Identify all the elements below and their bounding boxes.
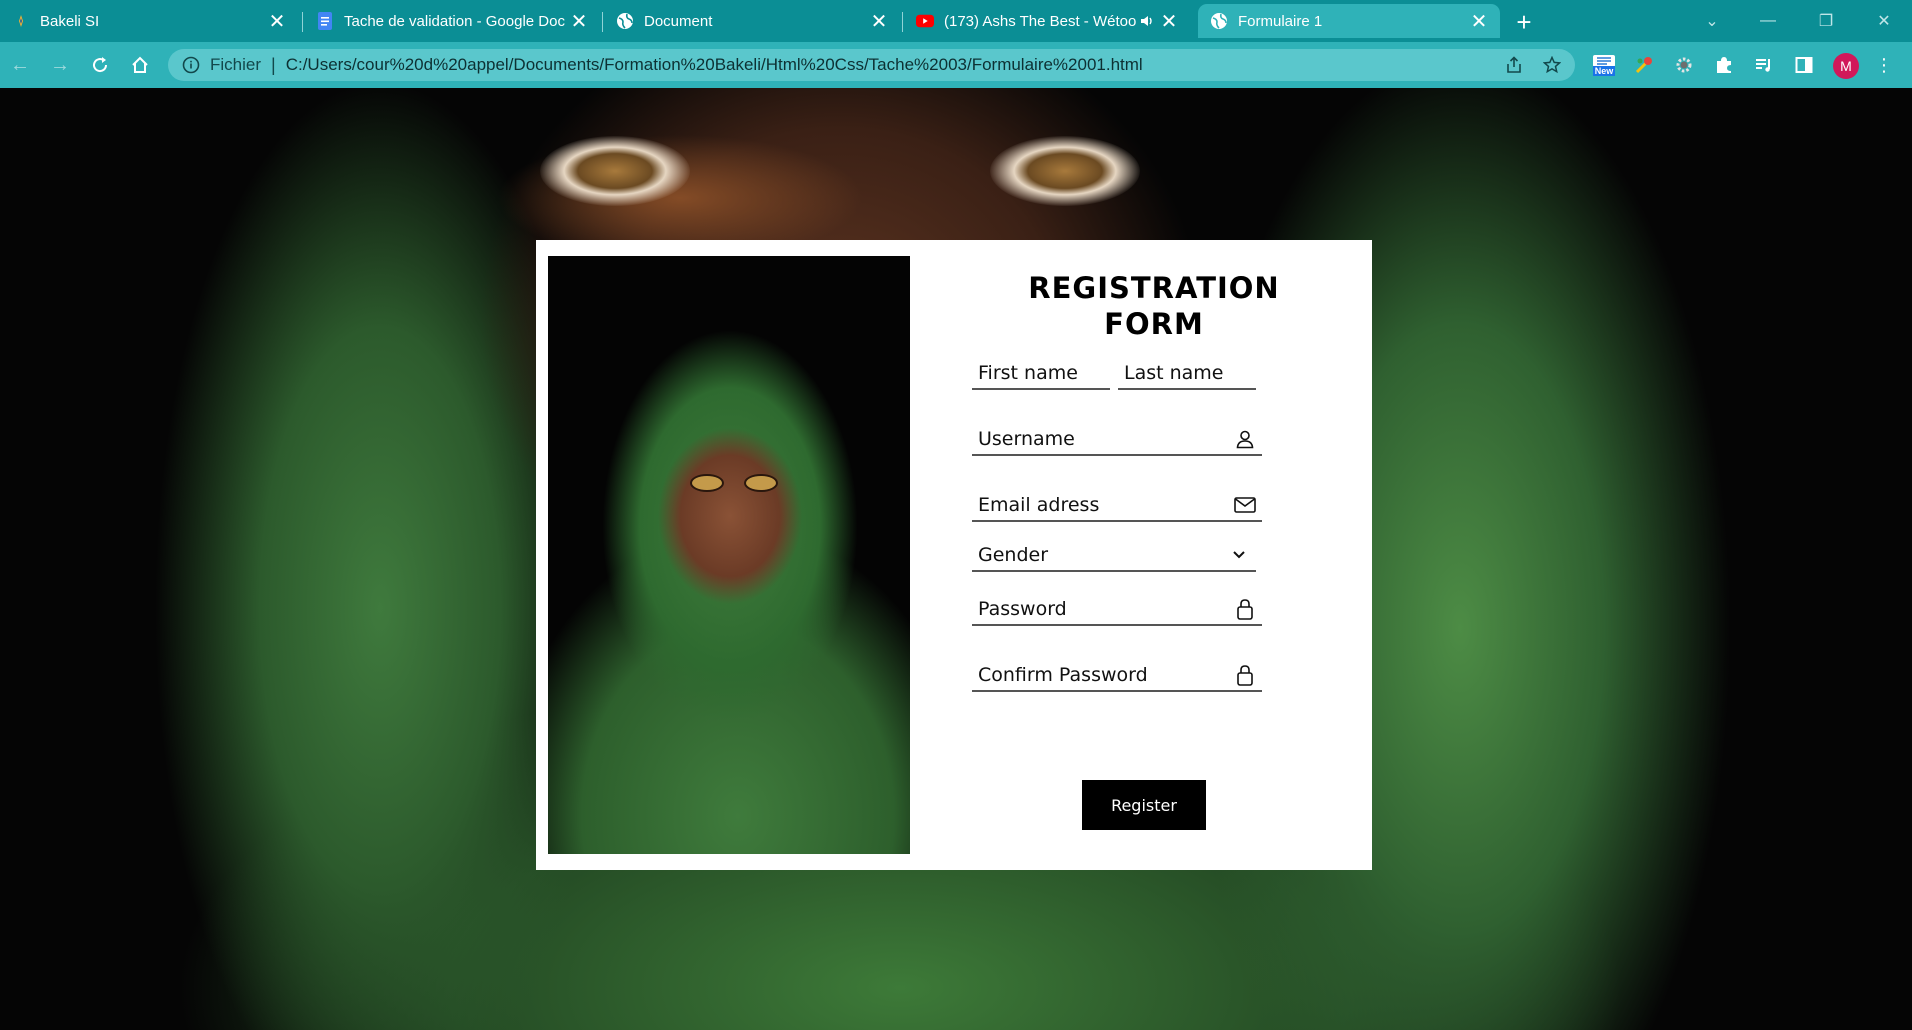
tab-title: Document	[644, 12, 713, 30]
restore-button[interactable]: ❐	[1806, 6, 1846, 36]
first-name-field[interactable]: First name	[972, 348, 1110, 390]
new-tab-button[interactable]: +	[1510, 7, 1538, 37]
username-field[interactable]: Username	[972, 414, 1262, 456]
first-name-placeholder: First name	[978, 362, 1078, 384]
color-picker-extension-icon[interactable]	[1632, 53, 1656, 77]
tab-search-chevron-icon[interactable]: ⌄	[1692, 6, 1732, 36]
back-button[interactable]: ←	[6, 51, 34, 79]
info-icon	[182, 56, 200, 74]
more-menu-icon[interactable]: ⋮	[1872, 53, 1896, 77]
confirm-password-placeholder: Confirm Password	[978, 664, 1148, 686]
forward-button[interactable]: →	[46, 51, 74, 79]
speaker-icon[interactable]	[1136, 15, 1158, 27]
email-placeholder: Email adress	[978, 494, 1100, 516]
reload-button[interactable]	[86, 51, 114, 79]
extension-new-icon[interactable]: New	[1592, 53, 1616, 77]
password-field[interactable]: Password	[972, 584, 1262, 626]
email-field[interactable]: Email adress	[972, 480, 1262, 522]
close-icon[interactable]: ✕	[1158, 10, 1180, 33]
tab-title: Formulaire 1	[1238, 12, 1323, 30]
background-eye-right	[990, 136, 1140, 206]
form-title-line-2: FORM	[1104, 307, 1204, 341]
form-title: REGISTRATION FORM	[936, 270, 1372, 342]
register-button[interactable]: Register	[1082, 780, 1206, 830]
divider: |	[271, 54, 276, 75]
minimize-button[interactable]: —	[1748, 6, 1788, 36]
browser-toolbar: ← → Fichier | C:/Users/cour%20d%20appel/…	[0, 42, 1912, 88]
settings-gear-extension-icon[interactable]	[1672, 53, 1696, 77]
tab-title: Bakeli SI	[40, 12, 100, 30]
share-icon[interactable]	[1504, 55, 1524, 75]
close-window-button[interactable]: ✕	[1864, 6, 1904, 36]
portrait-image	[548, 256, 910, 854]
close-icon[interactable]: ✕	[1468, 10, 1490, 33]
url-scheme-label: Fichier	[210, 55, 262, 74]
envelope-icon	[1234, 494, 1256, 516]
username-placeholder: Username	[978, 428, 1075, 450]
close-icon[interactable]: ✕	[568, 10, 590, 33]
extension-badge: New	[1592, 65, 1616, 76]
side-panel-icon[interactable]	[1792, 53, 1816, 77]
portrait-eye-left	[690, 474, 724, 492]
background-eye-left	[540, 136, 690, 206]
url-text[interactable]: C:/Users/cour%20d%20appel/Documents/Form…	[286, 55, 1143, 75]
portrait-eye-right	[744, 474, 778, 492]
close-icon[interactable]: ✕	[868, 10, 890, 33]
profile-avatar[interactable]: M	[1833, 53, 1859, 79]
tab-bakeli[interactable]: Bakeli SI ✕	[0, 4, 298, 38]
home-button[interactable]	[126, 51, 154, 79]
last-name-field[interactable]: Last name	[1118, 348, 1256, 390]
chevron-down-icon	[1228, 544, 1250, 566]
gender-select[interactable]: Gender	[972, 530, 1256, 572]
gender-selected-value: Gender	[978, 544, 1049, 566]
bookmark-star-icon[interactable]	[1542, 55, 1562, 75]
tab-youtube[interactable]: (173) Ashs The Best - Wétoor ✕	[904, 4, 1194, 38]
media-queue-icon[interactable]	[1752, 53, 1776, 77]
tab-formulaire-active[interactable]: Formulaire 1 ✕	[1198, 4, 1500, 38]
form-title-line-1: REGISTRATION	[1028, 271, 1280, 305]
tab-separator	[302, 12, 303, 32]
confirm-password-field[interactable]: Confirm Password	[972, 650, 1262, 692]
tab-google-docs[interactable]: Tache de validation - Google Doc ✕	[304, 4, 600, 38]
tab-separator	[602, 12, 603, 32]
globe-icon	[616, 12, 634, 30]
tab-separator	[902, 12, 903, 32]
password-placeholder: Password	[978, 598, 1067, 620]
globe-icon	[1210, 12, 1228, 30]
address-bar[interactable]: Fichier | C:/Users/cour%20d%20appel/Docu…	[168, 49, 1575, 81]
bakeli-favicon	[12, 12, 30, 30]
tab-document[interactable]: Document ✕	[604, 4, 900, 38]
google-docs-icon	[316, 12, 334, 30]
page-background-photo: REGISTRATION FORM First name Last name U…	[0, 88, 1912, 1030]
extensions-puzzle-icon[interactable]	[1712, 53, 1736, 77]
lock-icon	[1234, 598, 1256, 620]
home-icon	[132, 56, 148, 73]
user-icon	[1234, 428, 1256, 450]
reload-icon	[93, 57, 108, 73]
youtube-icon	[916, 12, 934, 30]
registration-card: REGISTRATION FORM First name Last name U…	[536, 240, 1372, 870]
tab-strip: Bakeli SI ✕ Tache de validation - Google…	[0, 0, 1912, 42]
close-icon[interactable]: ✕	[266, 10, 288, 33]
tab-title: Tache de validation - Google Doc	[344, 12, 565, 30]
tab-title: (173) Ashs The Best - Wétoor	[944, 12, 1136, 30]
lock-icon	[1234, 664, 1256, 686]
last-name-placeholder: Last name	[1124, 362, 1224, 384]
